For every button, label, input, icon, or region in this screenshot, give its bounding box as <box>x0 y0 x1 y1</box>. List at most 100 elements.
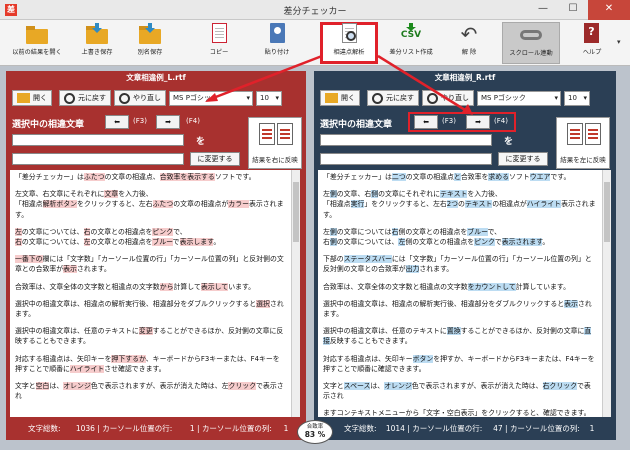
left-prev-diff-button[interactable]: ⬅ <box>105 115 129 129</box>
diff-highlight: 選択 <box>256 299 270 308</box>
right-reflect-button[interactable]: 結果を左に反映 <box>556 117 610 169</box>
text-run: をクリックすると、左右 <box>77 200 153 209</box>
toolbar-dropdown-icon[interactable]: ▾ <box>617 38 621 46</box>
text-run: ソフトです。 <box>214 173 256 181</box>
text-run: の文章については、 <box>21 238 84 247</box>
right-paragraph: ますコンテキストメニューから「文字・空白表示」をクリックすると、確認できます。目… <box>323 408 597 417</box>
left-text-editor[interactable]: 「差分チェッカー」はふたつの文章の相違点、合致率を表示するソフトです。 左文章、右… <box>10 170 291 417</box>
right-paragraph: 下部のステータスバーには「文字数」「カーソール位置の行」「カーソール位置の列」と… <box>323 254 597 274</box>
text-run: ますコンテキストメニューから「文字・空白表示」をクリックすると、確認できます。目… <box>323 409 591 417</box>
diff-highlight: ブルー <box>467 227 488 236</box>
text-run: させ確認できます。 <box>104 364 166 373</box>
overwrite-save-button[interactable]: 上書き保存 <box>72 22 122 64</box>
csv-icon: CSV <box>400 30 422 40</box>
left-undo-button[interactable]: 元に戻す <box>59 90 111 106</box>
diff-highlight: 表示します <box>179 238 214 247</box>
text-run: は、 <box>370 382 385 391</box>
diff-highlight: 表示されます <box>501 238 543 247</box>
text-run: の文章については <box>336 227 392 236</box>
left-open-button[interactable]: 開く <box>12 90 52 106</box>
left-change-button[interactable]: に変更する <box>190 152 240 166</box>
right-scrollbar[interactable] <box>602 170 611 417</box>
diff-highlight: 文章 <box>104 190 119 199</box>
paste-button[interactable]: 貼り付け <box>254 22 300 64</box>
maximize-button[interactable]: ☐ <box>558 0 588 20</box>
right-cursor-row: 47 <box>493 424 503 433</box>
diff-highlight: ハイライト <box>526 200 562 209</box>
diff-highlight: 表示 <box>63 265 77 274</box>
right-redo-button[interactable]: やり直し <box>422 90 474 106</box>
diff-highlight: ウエア <box>529 173 551 181</box>
help-book-icon <box>584 23 599 43</box>
copy-button[interactable]: コピー <box>196 22 242 64</box>
diff-highlight: 実行 <box>350 200 365 209</box>
diff-highlight: ふたつ <box>152 200 174 209</box>
text-run: 左文章、右文章にそれぞれに <box>15 190 105 199</box>
document-icon <box>277 123 293 145</box>
right-replace-field[interactable] <box>320 153 492 165</box>
left-size-select[interactable]: 10 <box>256 90 282 106</box>
right-text-editor[interactable]: 「差分チェッカー」は二つの文章の相違点と合致率を求めるソフトウエアです。 左側の文… <box>318 170 602 417</box>
text-run: 計算して <box>173 282 201 291</box>
right-paragraph: 「相違点実行」をクリックすると、左右2つのテキストの相違点がハイライト表示されま… <box>323 199 597 219</box>
text-run: 合致率は、文章全体の文字数と相違点の文字数 <box>15 282 160 291</box>
text-run: の文章の相違点 <box>405 173 454 181</box>
diff-highlight: 表示して <box>200 282 229 291</box>
text-run: 合致率は、文章全体の文字数と相違点の文字数 <box>323 282 468 291</box>
scroll-link-toggle[interactable]: スクロール連動 <box>502 22 560 64</box>
text-run: です。 <box>550 173 571 181</box>
text-run: 右 <box>323 238 330 247</box>
right-paragraph: 文字とスペースは、オレンジ色で表示されますが、表示が消えた時は、右クリックで表示… <box>323 381 597 401</box>
csv-export-button[interactable]: CSV 差分リスト作成 <box>384 22 438 64</box>
right-open-button[interactable]: 開く <box>320 90 360 106</box>
help-button[interactable]: ヘルプ <box>568 22 616 64</box>
undo-arrow-icon: ↶ <box>460 22 478 46</box>
analyze-button[interactable]: 相違点解析 <box>320 22 378 64</box>
text-run: を入力後、 <box>118 190 153 199</box>
right-scroll-thumb[interactable] <box>604 182 610 242</box>
diff-highlight: ふたつ <box>83 173 105 181</box>
left-redo-button[interactable]: やり直し <box>114 90 166 106</box>
text-run: 選択中の相違文章は、任意のテキストに <box>323 327 447 336</box>
minimize-button[interactable]: — <box>528 0 558 20</box>
diff-highlight: ブルー <box>152 238 173 247</box>
right-font-select[interactable]: MS Pゴシック <box>477 90 561 106</box>
left-selected-text-field[interactable] <box>12 134 184 146</box>
text-run: の <box>458 200 465 209</box>
magnifier-icon <box>346 31 356 41</box>
right-undo-button[interactable]: 元に戻す <box>367 90 419 106</box>
right-edit-controls: 開く 元に戻す やり直し MS Pゴシック 10 <box>320 89 593 107</box>
left-next-diff-button[interactable]: ➡ <box>156 115 180 129</box>
left-font-select[interactable]: MS Pゴシック <box>169 90 253 106</box>
right-change-button[interactable]: に変更する <box>498 152 548 166</box>
text-run: 下部の <box>323 255 344 264</box>
diff-highlight: オレンジ <box>63 382 91 391</box>
left-wo-label: を <box>196 137 206 147</box>
left-scroll-thumb[interactable] <box>293 182 299 242</box>
right-selected-text-field[interactable] <box>320 134 492 146</box>
open-prev-button[interactable]: 以前の結果を開く <box>6 22 68 64</box>
copy-icon <box>212 23 227 43</box>
undo-button[interactable]: ↶ 解 除 <box>446 22 492 64</box>
diff-highlight: と <box>453 173 461 181</box>
text-run: 選択中の相違文章は、任意のテキストに <box>15 327 139 336</box>
document-icon <box>567 123 583 145</box>
text-run: います。 <box>228 282 256 291</box>
diff-highlight: 押下するか <box>111 354 146 363</box>
left-reflect-button[interactable]: 結果を右に反映 <box>248 117 302 169</box>
close-button[interactable]: ✕ <box>588 0 630 20</box>
text-run: の文章については、 <box>21 227 84 236</box>
text-run: を入力後、 <box>467 190 502 199</box>
text-run: の文章については、 <box>336 238 399 247</box>
right-size-select[interactable]: 10 <box>564 90 590 106</box>
undo-icon <box>372 92 383 104</box>
save-as-button[interactable]: 別名保存 <box>127 22 173 64</box>
text-run: 「差分チェッカー」は <box>323 173 392 181</box>
text-run: 合致率を <box>460 173 489 181</box>
left-scrollbar[interactable] <box>291 170 300 417</box>
title-bar: 差 差分チェッカー — ☐ ✕ <box>0 0 630 20</box>
left-paragraph: 右の文章については、左の文章との相違点をブルーで表示します。 <box>15 237 286 247</box>
left-replace-field[interactable] <box>12 153 184 165</box>
document-icon <box>259 123 275 145</box>
diff-highlight: 空白 <box>35 382 50 391</box>
